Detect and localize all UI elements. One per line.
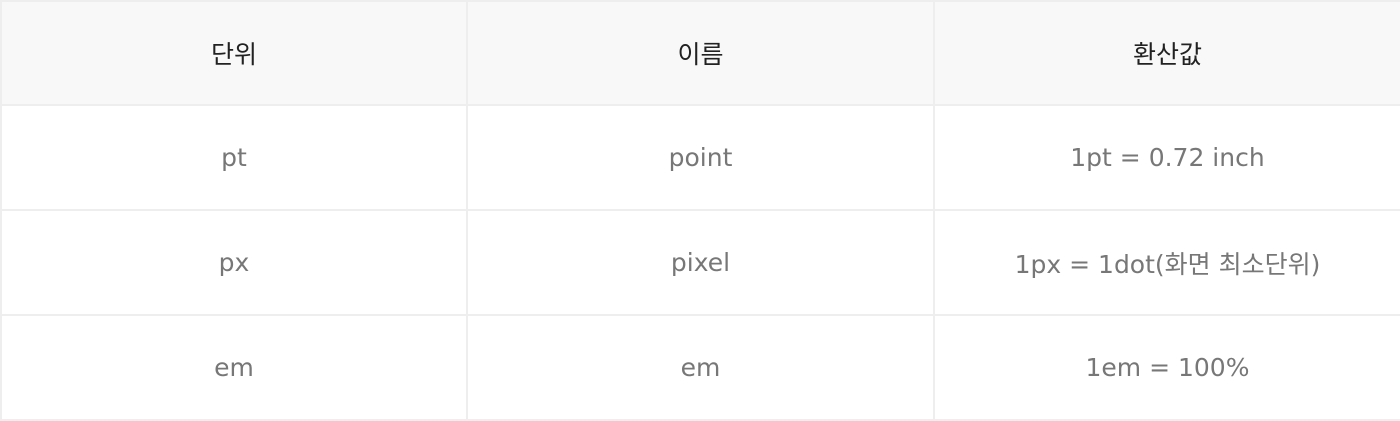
cell-unit: em — [0, 314, 468, 421]
header-row: 단위 이름 환산값 — [0, 0, 1400, 106]
cell-conversion: 1em = 100% — [933, 314, 1400, 421]
cell-name: em — [466, 314, 935, 421]
cell-name: pixel — [466, 209, 935, 316]
cell-unit: px — [0, 209, 468, 316]
cell-unit: pt — [0, 104, 468, 211]
units-table: 단위 이름 환산값 pt point 1pt = 0.72 inch px pi… — [0, 0, 1400, 421]
cell-conversion: 1pt = 0.72 inch — [933, 104, 1400, 211]
table-row: px pixel 1px = 1dot(화면 최소단위) — [0, 209, 1400, 316]
header-conversion: 환산값 — [933, 0, 1400, 106]
cell-conversion: 1px = 1dot(화면 최소단위) — [933, 209, 1400, 316]
table-row: pt point 1pt = 0.72 inch — [0, 104, 1400, 211]
header-unit: 단위 — [0, 0, 468, 106]
header-name: 이름 — [466, 0, 935, 106]
cell-name: point — [466, 104, 935, 211]
table-body: pt point 1pt = 0.72 inch px pixel 1px = … — [0, 104, 1400, 421]
table-row: em em 1em = 100% — [0, 314, 1400, 421]
table-header: 단위 이름 환산값 — [0, 0, 1400, 106]
